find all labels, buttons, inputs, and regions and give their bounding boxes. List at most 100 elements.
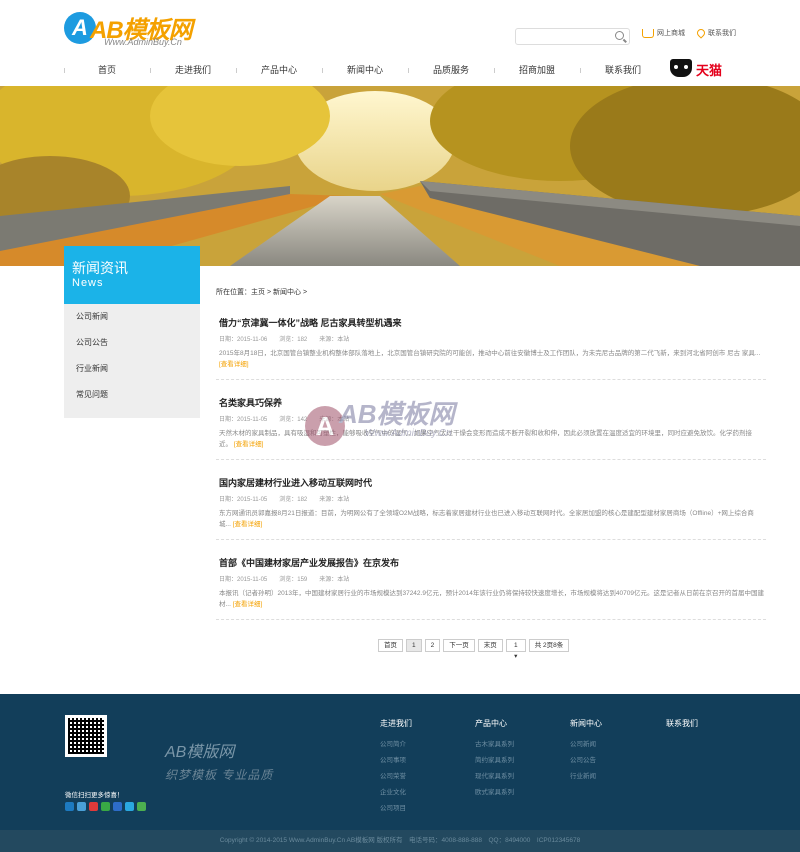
sidebar-item-company-notice[interactable]: 公司公告 bbox=[64, 330, 200, 356]
footer-slogan: 织梦模板 专业品质 bbox=[165, 768, 274, 782]
main-nav: 首页 走进我们 产品中心 新闻中心 品质服务 招商加盟 联系我们 bbox=[64, 60, 736, 80]
sidebar-item-faq[interactable]: 常见问题 bbox=[64, 382, 200, 408]
location-label: 联系我们 bbox=[708, 30, 736, 37]
sidebar-item-industry-news[interactable]: 行业新闻 bbox=[64, 356, 200, 382]
search-input[interactable] bbox=[515, 28, 630, 45]
footer-brand: AB模版网 bbox=[165, 744, 235, 761]
weibo-icon[interactable] bbox=[89, 802, 98, 811]
shop-label: 网上商城 bbox=[657, 30, 685, 37]
pagination: 首页 1 2 下一页 末页 1 ▾ 共 2页8条 bbox=[378, 639, 570, 660]
article-title[interactable]: 首部《中国建材家居产业发展报告》在京发布 bbox=[219, 556, 399, 569]
wechat-qr-code bbox=[65, 715, 107, 757]
nav-item-news[interactable]: 新闻中心 bbox=[322, 60, 408, 80]
footer-column-title[interactable]: 新闻中心 bbox=[570, 718, 602, 729]
watermark: A AB模板网 Www.AdminBuy.Cn bbox=[305, 392, 525, 452]
sidebar-title: 新闻资讯 bbox=[72, 260, 128, 276]
pager-last-button[interactable]: 末页 bbox=[477, 639, 503, 652]
qr-pattern bbox=[68, 718, 104, 754]
sidebar-item-company-news[interactable]: 公司新闻 bbox=[64, 304, 200, 330]
read-more-link[interactable]: [查看详细] bbox=[233, 601, 263, 608]
footer-column-title[interactable]: 产品中心 bbox=[475, 718, 514, 729]
article-summary-text: 本报讯（记者孙明）2013年，中国建材家居行业的市场规模达到37242.9亿元，… bbox=[219, 590, 764, 608]
footer-link[interactable]: 公司事项 bbox=[380, 753, 412, 769]
pager-first-button[interactable]: 首页 bbox=[378, 639, 403, 652]
footer-link[interactable]: 公司荣誉 bbox=[380, 769, 412, 785]
logo-subtitle: Www.AdminBuy.Cn bbox=[104, 37, 182, 47]
footer-column-title[interactable]: 走进我们 bbox=[380, 718, 412, 729]
pager-info: 共 2页8条 bbox=[528, 639, 570, 652]
contact-link[interactable]: 联系我们 bbox=[695, 27, 736, 39]
footer-link[interactable]: 公司公告 bbox=[570, 753, 602, 769]
search-icon[interactable] bbox=[615, 31, 624, 40]
footer-column-about: 走进我们 公司简介 公司事项 公司荣誉 企业文化 公司项目 bbox=[380, 718, 412, 817]
sidebar-header: 新闻资讯 News bbox=[64, 246, 200, 304]
location-pin-icon bbox=[695, 27, 707, 39]
sidebar-title-en: News bbox=[72, 277, 104, 289]
article-summary: 东方网通讯员郭嘉报8月21日报道：目前，为明网公有了全领域O2M战略，标志着家居… bbox=[219, 508, 764, 530]
breadcrumb: 所在位置：主页 > 新闻中心 > bbox=[216, 287, 307, 297]
footer-link[interactable]: 古木家具系列 bbox=[475, 737, 514, 753]
sidebar-menu: 公司新闻 公司公告 行业新闻 常见问题 bbox=[64, 304, 200, 418]
breadcrumb-current[interactable]: 新闻中心 bbox=[273, 289, 301, 296]
footer-column-news: 新闻中心 公司新闻 公司公告 行业新闻 bbox=[570, 718, 602, 785]
share-icon[interactable] bbox=[137, 802, 146, 811]
watermark-text: AB模板网 bbox=[339, 399, 455, 429]
social-links bbox=[65, 802, 146, 811]
nav-item-contact[interactable]: 联系我们 bbox=[580, 60, 666, 80]
article-title[interactable]: 国内家居建材行业进入移动互联网时代 bbox=[219, 476, 372, 489]
read-more-link[interactable]: [查看详细] bbox=[233, 521, 263, 528]
footer-column-title[interactable]: 联系我们 bbox=[666, 718, 698, 729]
tmall-label: 天猫 bbox=[696, 63, 723, 78]
qq-icon[interactable] bbox=[65, 802, 74, 811]
pager-next-button[interactable]: 下一页 bbox=[443, 639, 475, 652]
copyright-bar: Copyright © 2014-2015 Www.AdminBuy.Cn AB… bbox=[0, 830, 800, 852]
read-more-link[interactable]: [查看详细] bbox=[234, 441, 264, 448]
footer-link[interactable]: 公司新闻 bbox=[570, 737, 602, 753]
article-title[interactable]: 借力“京津冀一体化”战略 尼古家具转型机遇来 bbox=[219, 316, 402, 329]
nav-item-about[interactable]: 走进我们 bbox=[150, 60, 236, 80]
list-item: 首部《中国建材家居产业发展报告》在京发布 日期：2015-11-05 浏览：15… bbox=[216, 540, 766, 620]
footer-link[interactable]: 现代家具系列 bbox=[475, 769, 514, 785]
breadcrumb-separator: > bbox=[302, 289, 308, 296]
article-summary-text: 东方网通讯员郭嘉报8月21日报道：目前，为明网公有了全领域O2M战略，标志着家居… bbox=[219, 510, 754, 528]
online-shop-link[interactable]: 网上商城 bbox=[642, 28, 685, 38]
footer-link[interactable]: 公司简介 bbox=[380, 737, 412, 753]
pager-page-select[interactable]: 1 ▾ bbox=[505, 639, 526, 660]
footer-link[interactable]: 公司项目 bbox=[380, 801, 412, 817]
footer-column-products: 产品中心 古木家具系列 简约家具系列 现代家具系列 欧式家具系列 bbox=[475, 718, 514, 801]
nav-item-home[interactable]: 首页 bbox=[64, 60, 150, 80]
article-title[interactable]: 名类家具巧保养 bbox=[219, 396, 282, 409]
wechat-icon[interactable] bbox=[101, 802, 110, 811]
breadcrumb-home[interactable]: 主页 bbox=[251, 289, 265, 296]
footer-link[interactable]: 行业新闻 bbox=[570, 769, 602, 785]
qr-caption: 微信扫扫更多惊喜！ bbox=[65, 792, 124, 799]
breadcrumb-separator: > bbox=[266, 289, 272, 296]
list-item: 国内家居建材行业进入移动互联网时代 日期：2015-11-05 浏览：182 来… bbox=[216, 460, 766, 540]
watermark-subtitle: Www.AdminBuy.Cn bbox=[365, 428, 452, 439]
renren-icon[interactable] bbox=[113, 802, 122, 811]
footer-link[interactable]: 欧式家具系列 bbox=[475, 785, 514, 801]
footer-column-contact: 联系我们 bbox=[666, 718, 698, 737]
article-summary: 本报讯（记者孙明）2013年，中国建材家居行业的市场规模达到37242.9亿元，… bbox=[219, 588, 764, 610]
footer-link[interactable]: 企业文化 bbox=[380, 785, 412, 801]
pager-select-value: 1 bbox=[513, 642, 518, 649]
tencent-weibo-icon[interactable] bbox=[125, 802, 134, 811]
list-item: 借力“京津冀一体化”战略 尼古家具转型机遇来 日期：2015-11-06 浏览：… bbox=[216, 300, 766, 380]
pager-page-1[interactable]: 1 bbox=[406, 639, 422, 652]
nav-item-products[interactable]: 产品中心 bbox=[236, 60, 322, 80]
site-logo[interactable]: A AB模板网 Www.AdminBuy.Cn bbox=[64, 12, 199, 48]
article-meta: 日期：2015-11-05 浏览：182 来源：本站 bbox=[219, 497, 350, 503]
footer-link[interactable]: 简约家具系列 bbox=[475, 753, 514, 769]
footer: 微信扫扫更多惊喜！ AB模版网 织梦模板 专业品质 走进我们 公司简介 公司事项… bbox=[0, 694, 800, 830]
header: A AB模板网 Www.AdminBuy.Cn 网上商城 联系我们 首页 走进我… bbox=[0, 0, 800, 86]
pager-page-2[interactable]: 2 bbox=[424, 639, 441, 652]
cart-icon bbox=[642, 28, 654, 38]
nav-item-franchise[interactable]: 招商加盟 bbox=[494, 60, 580, 80]
read-more-link[interactable]: [查看详细] bbox=[219, 361, 249, 368]
qzone-icon[interactable] bbox=[77, 802, 86, 811]
article-meta: 日期：2015-11-06 浏览：182 来源：本站 bbox=[219, 337, 350, 343]
chevron-down-icon: ▾ bbox=[514, 653, 518, 660]
article-summary: 2015年8月18日，北京国管台镇整业机构整体部队落地上，北京国管台镇研究院的可… bbox=[219, 348, 764, 370]
tmall-cat-icon bbox=[670, 59, 692, 77]
nav-item-service[interactable]: 品质服务 bbox=[408, 60, 494, 80]
